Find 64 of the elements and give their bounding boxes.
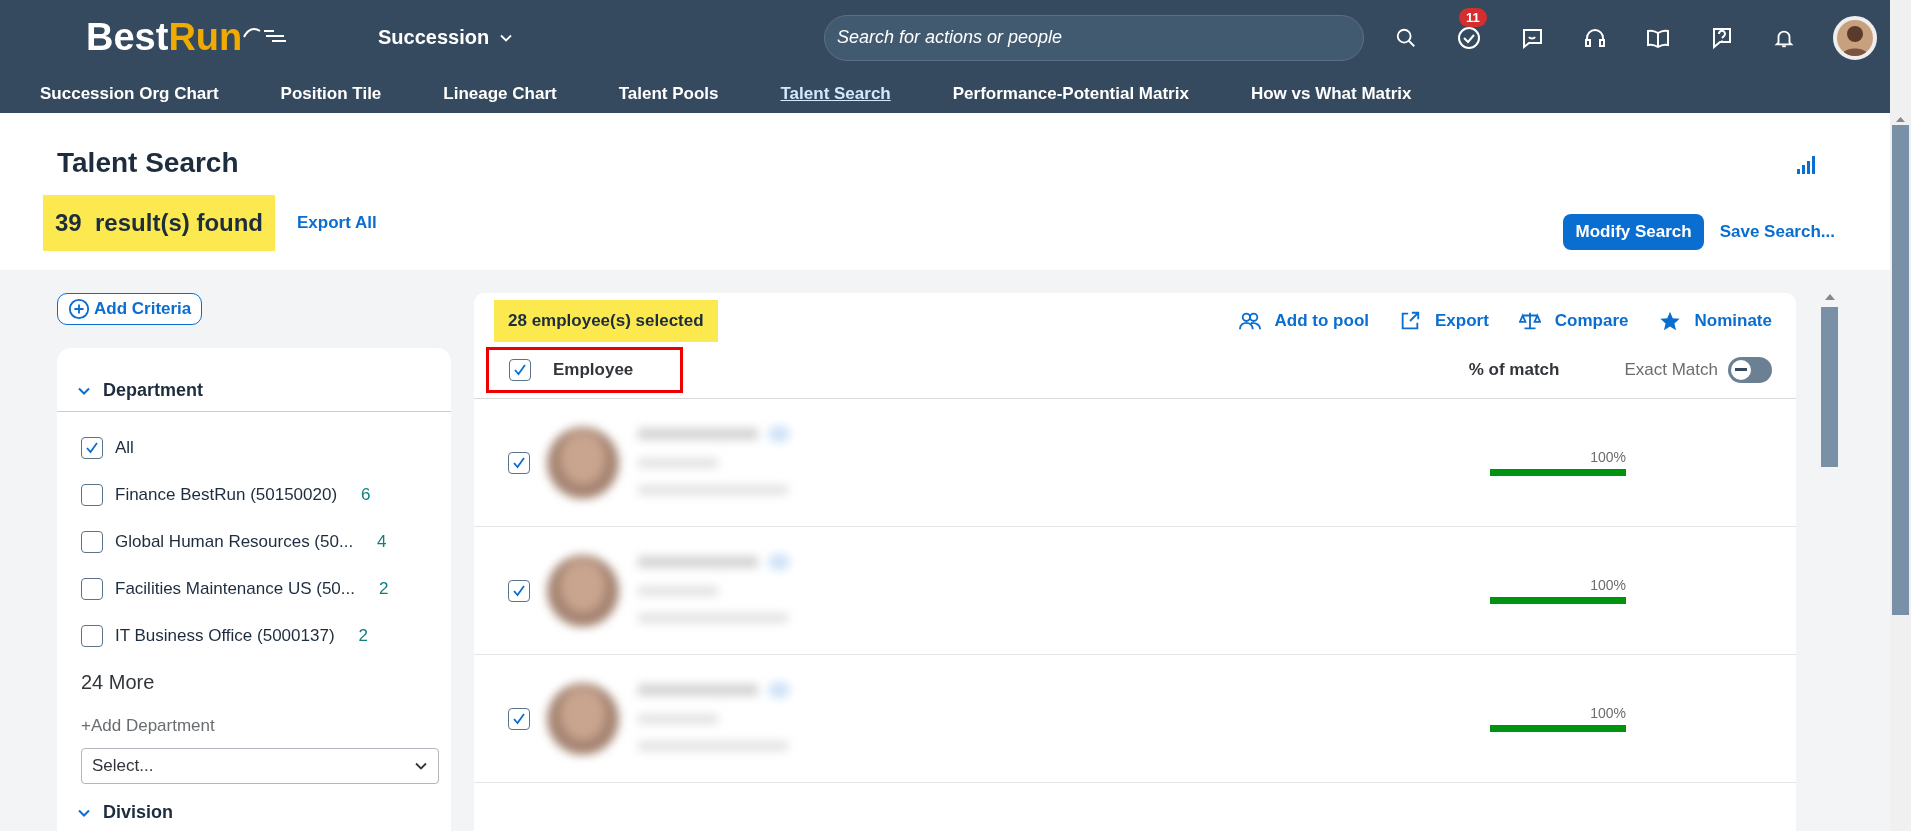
search-field[interactable]: Search for actions or people [824,14,1364,61]
department-select[interactable]: Select... [81,748,439,784]
checkbox[interactable] [81,530,103,553]
export-icon [1399,310,1421,332]
star-icon [1658,310,1681,332]
row-checkbox[interactable] [508,451,530,474]
match-percent: 100% [1590,705,1626,721]
save-search-link[interactable]: Save Search... [1719,222,1835,242]
result-count: 39 result(s) found [43,195,276,251]
column-header: Employee [553,360,634,380]
module-selector[interactable]: Succession [378,26,824,49]
filter-count: 2 [358,625,369,646]
scroll-up-icon[interactable] [1824,293,1835,301]
nav-tab[interactable]: Performance-Potential Matrix [952,84,1189,104]
nav-tab[interactable]: Position Tile [280,84,382,104]
checkbox[interactable] [81,624,103,647]
filter-count: 2 [379,578,389,599]
row-checkbox[interactable] [508,579,530,602]
user-avatar[interactable] [1833,15,1877,60]
checkbox[interactable] [81,577,103,600]
row-checkbox[interactable] [508,707,530,730]
filter-group-header[interactable]: Division [57,802,451,831]
match-percent: 100% [1590,449,1626,465]
selected-count: 28 employee(s) selected [494,300,718,342]
export-all-link[interactable]: Export All [297,213,377,233]
add-department-label: +Add Department [81,716,216,736]
checkmark-icon [512,362,528,378]
filter-option-label: Finance BestRun (50150020) [115,484,338,505]
plus-circle-icon [68,298,90,320]
exact-match-label: Exact Match [1624,360,1718,380]
nav-tab[interactable]: Succession Org Chart [40,84,219,104]
add-criteria-button[interactable]: Add Criteria [57,293,203,325]
column-header: % of match [1468,360,1560,380]
filter-option-label: All [115,437,134,458]
match-percent: 100% [1590,577,1626,593]
exact-match-switch[interactable] [1728,357,1772,383]
nav-tab[interactable]: Talent Pools [618,84,719,104]
page-title: Talent Search [57,147,239,179]
filter-option-label: Global Human Resources (50... [115,531,354,552]
nav-tab[interactable]: Lineage Chart [443,84,557,104]
select-all-checkbox[interactable] [509,359,531,381]
toolbar-action[interactable]: Add to pool [1238,310,1369,332]
toolbar-action[interactable]: Compare [1518,310,1629,332]
scrollbar-thumb[interactable] [1892,125,1909,615]
nav-tab[interactable]: Talent Search [780,84,891,104]
modify-search-button[interactable]: Modify Search [1563,214,1704,250]
filter-count: 4 [377,531,387,552]
filter-count: 6 [361,484,371,505]
filter-group-header[interactable]: Department [57,380,451,412]
people-icon [1238,310,1261,332]
filter-option-label: Facilities Maintenance US (50... [115,578,355,599]
filter-option-label: IT Business Office (5000137) [115,625,335,646]
notification-badge: 11 [1459,7,1487,27]
checkbox[interactable] [81,483,103,506]
checkbox[interactable] [81,436,103,459]
bestrun-logo[interactable]: BestRun [86,16,378,59]
bar-chart-icon[interactable] [1796,155,1816,175]
toolbar-action[interactable]: Export [1399,310,1489,332]
toolbar-action[interactable]: Nominate [1658,310,1772,332]
scale-icon [1518,310,1541,332]
scrollbar-thumb[interactable] [1821,307,1838,467]
nav-tab[interactable]: How vs What Matrix [1250,84,1412,104]
more-link[interactable]: 24 More [81,671,439,694]
minus-icon [1735,368,1747,372]
